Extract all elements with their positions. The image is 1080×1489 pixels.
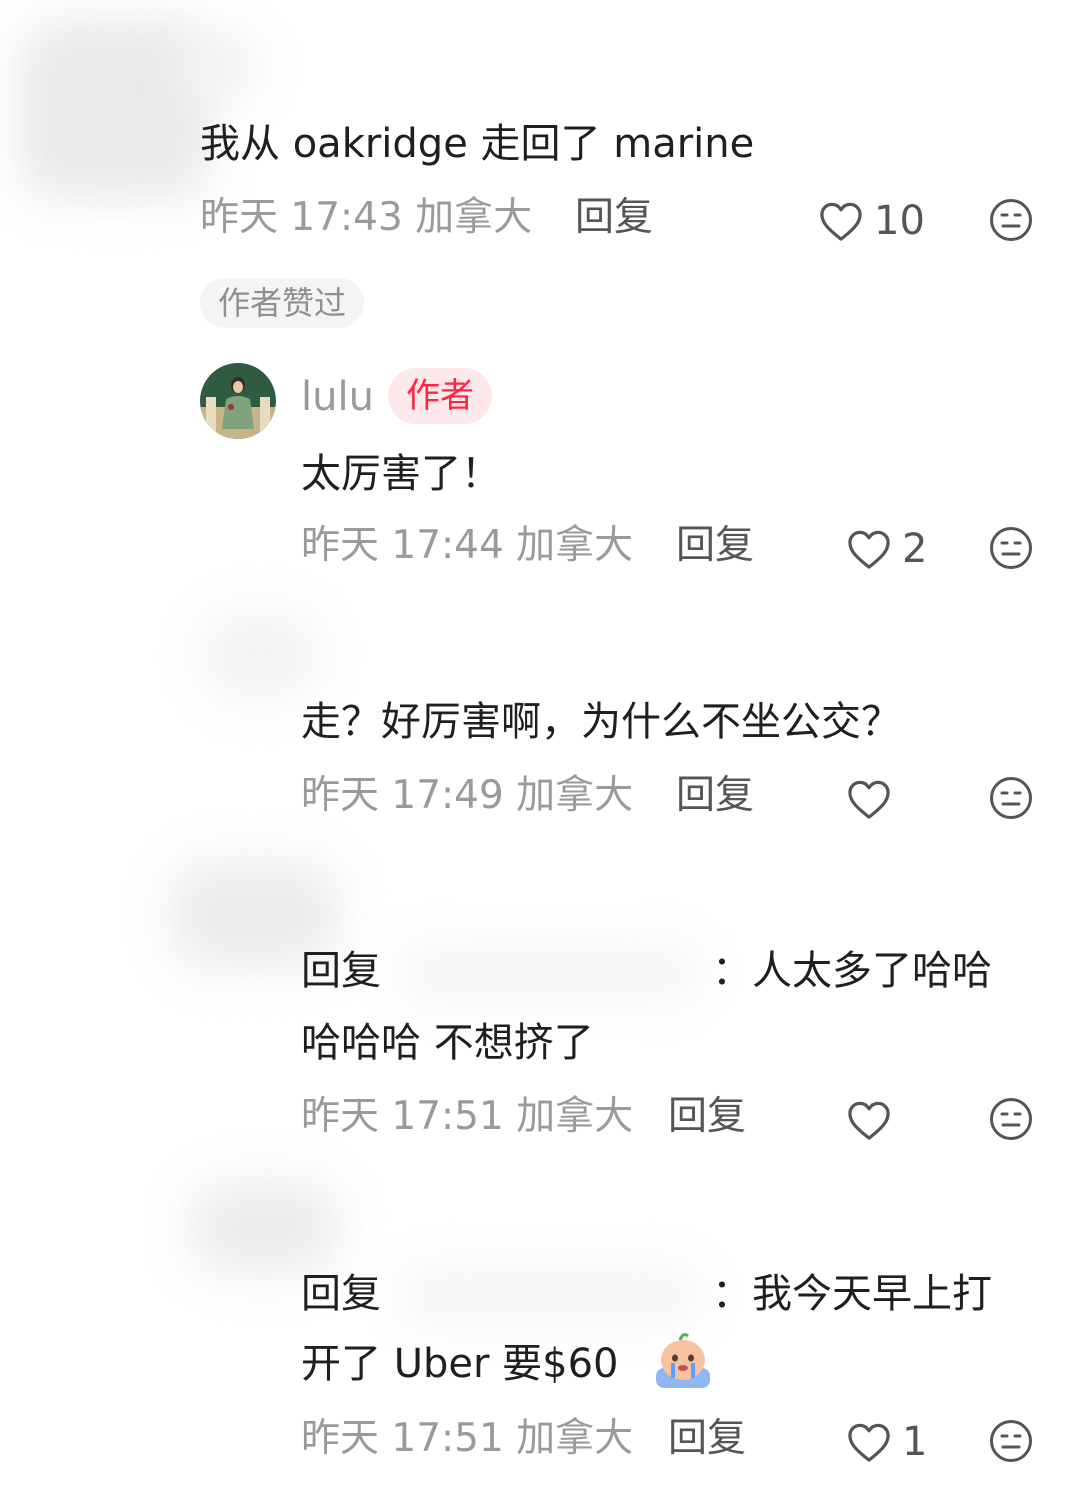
comment-2-time: 昨天 17:44 加拿大 xyxy=(301,523,634,568)
comment-1-time: 昨天 17:43 加拿大 xyxy=(200,195,533,240)
avatar-image xyxy=(200,363,276,439)
heart-outline-icon xyxy=(848,530,890,569)
comment-3-like-button[interactable] xyxy=(846,774,902,824)
comment-5-like-count: 1 xyxy=(902,1419,928,1465)
comment-1-text: 我从 oakridge 走回了 marine xyxy=(200,121,755,167)
comment-1-like-button[interactable]: 10 xyxy=(818,196,925,246)
comment-4-reply-prefix: 回复 xyxy=(301,948,381,994)
comment-5-reply-button[interactable]: 回复 xyxy=(668,1414,746,1464)
blurred-mention-4 xyxy=(400,945,700,1000)
comment-1-like-count: 10 xyxy=(874,198,925,244)
comment-5-time: 昨天 17:51 加拿大 xyxy=(301,1416,634,1461)
heart-outline-icon xyxy=(848,780,890,819)
avatar[interactable] xyxy=(200,363,276,439)
comment-4-text-line1: ：人太多了哈哈 xyxy=(712,948,992,994)
comment-3-reply-button[interactable]: 回复 xyxy=(676,771,754,821)
comment-3-text: 走？好厉害啊，为什么不坐公交？ xyxy=(301,699,901,745)
comment-4-time: 昨天 17:51 加拿大 xyxy=(301,1094,634,1139)
comment-2-username[interactable]: lulu xyxy=(301,372,374,422)
heart-outline-icon xyxy=(848,1423,890,1462)
comment-4-like-button[interactable] xyxy=(846,1095,902,1145)
neutral-face-icon[interactable] xyxy=(989,1419,1033,1463)
author-liked-badge: 作者赞过 xyxy=(200,278,365,328)
comment-1-reply-button[interactable]: 回复 xyxy=(575,193,653,243)
comment-2-like-button[interactable]: 2 xyxy=(846,524,927,574)
neutral-face-icon[interactable] xyxy=(989,1097,1033,1141)
comment-3-time: 昨天 17:49 加拿大 xyxy=(301,773,634,818)
blurred-mention-5 xyxy=(400,1268,700,1323)
comment-5-reply-prefix: 回复 xyxy=(301,1271,381,1317)
heart-outline-icon xyxy=(820,202,862,241)
neutral-face-icon[interactable] xyxy=(989,776,1033,820)
blurred-avatar-5 xyxy=(190,1180,340,1275)
blurred-avatar-3 xyxy=(200,610,320,700)
comment-5-text-line1: ：我今天早上打 xyxy=(712,1271,992,1317)
author-tag: 作者 xyxy=(388,368,492,424)
heart-outline-icon xyxy=(848,1101,890,1140)
comment-2-reply-button[interactable]: 回复 xyxy=(676,521,754,571)
comment-2-like-count: 2 xyxy=(902,526,928,572)
comment-5-like-button[interactable]: 1 xyxy=(846,1417,927,1467)
comment-5-text-line2: 开了 Uber 要$60 xyxy=(301,1341,619,1387)
comment-4-reply-button[interactable]: 回复 xyxy=(668,1092,746,1142)
neutral-face-icon[interactable] xyxy=(989,526,1033,570)
neutral-face-icon[interactable] xyxy=(989,198,1033,242)
comment-2-text: 太厉害了！ xyxy=(301,451,501,497)
comment-4-text-line2: 哈哈哈 不想挤了 xyxy=(301,1020,594,1066)
crying-emoji-icon xyxy=(656,1333,710,1388)
blurred-username-1 xyxy=(170,35,260,95)
